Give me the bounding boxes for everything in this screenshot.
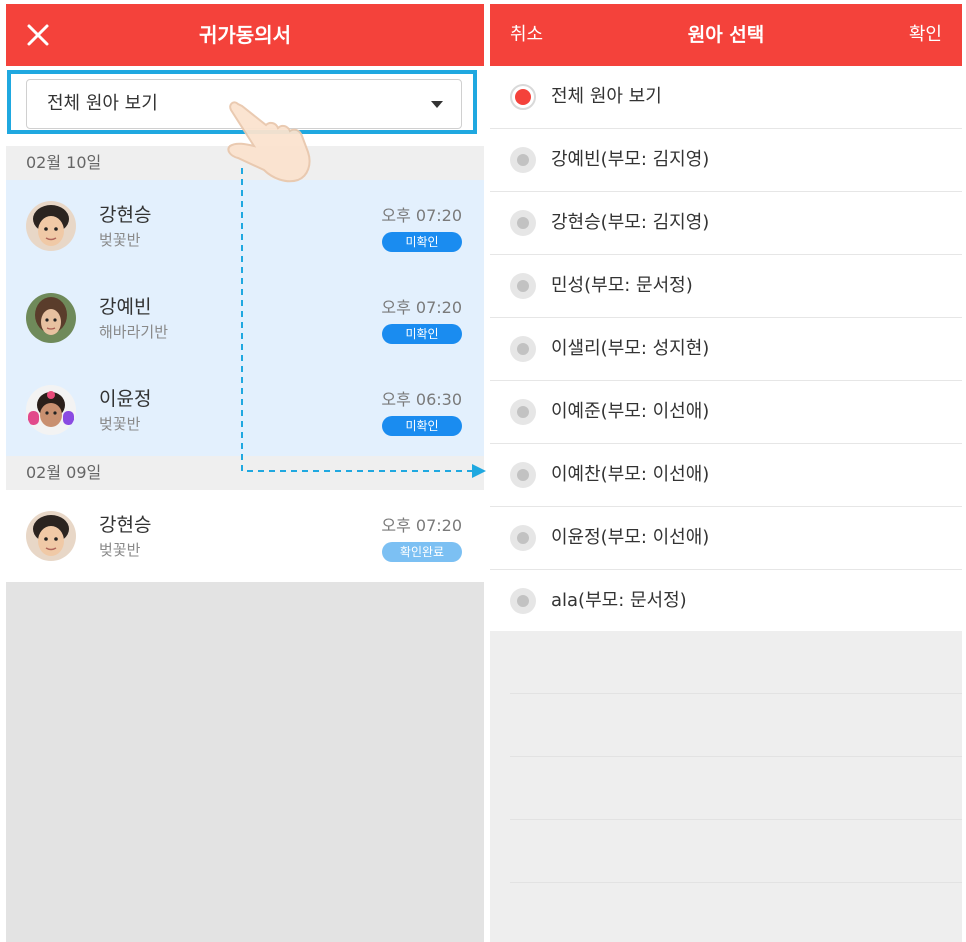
option-child[interactable]: 이윤정(부모: 이선애) [490,507,962,570]
option-label: 이윤정(부모: 이선애) [551,527,710,548]
status-badge: 미확인 [382,232,462,252]
child-select-screen: 원아 선택 취소 확인 전체 원아 보기 강예빈(부모: 김지영) 강현승(부모… [490,4,962,942]
record-time: 오후 07:20 [381,298,462,317]
radio-button[interactable] [510,84,536,110]
record-time: 오후 06:30 [381,390,462,409]
date-header: 02월 10일 [6,146,484,180]
confirm-button[interactable]: 확인 [909,4,942,66]
divider [510,693,962,694]
avatar [26,511,76,561]
option-label: 이샐리(부모: 성지현) [551,338,710,359]
caret-down-icon [431,101,443,108]
dropdown-selected-value: 전체 원아 보기 [47,93,158,114]
picker-title: 원아 선택 [687,24,765,46]
option-child[interactable]: 이샐리(부모: 성지현) [490,318,962,381]
status-badge: 미확인 [382,324,462,344]
child-name: 이윤정 [99,388,152,410]
class-name: 벚꽃반 [99,541,141,559]
radio-button[interactable] [510,147,536,173]
child-name: 강현승 [99,514,152,536]
option-label: 이예찬(부모: 이선애) [551,464,710,485]
empty-list-area [490,631,962,942]
close-icon [27,24,49,46]
avatar [26,201,76,251]
date-header: 02월 09일 [6,456,484,490]
option-label: 민성(부모: 문서정) [551,275,693,296]
option-label: 이예준(부모: 이선애) [551,401,710,422]
class-name: 해바라기반 [99,323,169,341]
consent-record-row[interactable]: 이윤정 벚꽃반 오후 06:30 미확인 [6,364,484,456]
consent-record-row[interactable]: 강현승 벚꽃반 오후 07:20 미확인 [6,180,484,272]
child-name: 강현승 [99,204,152,226]
status-badge: 확인완료 [382,542,462,562]
class-name: 벚꽃반 [99,415,141,433]
radio-button[interactable] [510,273,536,299]
consent-record-row[interactable]: 강예빈 해바라기반 오후 07:20 미확인 [6,272,484,364]
option-all-children[interactable]: 전체 원아 보기 [490,66,962,129]
option-label: ala(부모: 문서정) [551,590,687,611]
divider [510,756,962,757]
consent-record-row[interactable]: 강현승 벚꽃반 오후 07:20 확인완료 [6,490,484,582]
child-filter-dropdown[interactable]: 전체 원아 보기 [26,79,462,129]
record-time: 오후 07:20 [381,206,462,225]
radio-button[interactable] [510,399,536,425]
avatar [26,293,76,343]
close-button[interactable] [24,21,52,49]
radio-button[interactable] [510,588,536,614]
option-label: 강현승(부모: 김지영) [551,212,710,233]
option-label: 강예빈(부모: 김지영) [551,149,710,170]
record-time: 오후 07:20 [381,516,462,535]
radio-button[interactable] [510,336,536,362]
option-child[interactable]: ala(부모: 문서정) [490,570,962,633]
page-title: 귀가동의서 [199,23,291,47]
status-badge: 미확인 [382,416,462,436]
avatar [26,385,76,435]
radio-button[interactable] [510,462,536,488]
filter-bar: 전체 원아 보기 [6,66,484,146]
radio-button[interactable] [510,210,536,236]
option-child[interactable]: 강예빈(부모: 김지영) [490,129,962,192]
child-name: 강예빈 [99,296,152,318]
app-header: 귀가동의서 [6,4,484,66]
option-child[interactable]: 민성(부모: 문서정) [490,255,962,318]
option-child[interactable]: 이예준(부모: 이선애) [490,381,962,444]
consent-list-screen: 귀가동의서 전체 원아 보기 02월 10일 강현승 벚꽃반 오후 07:20 … [6,4,484,942]
divider [510,882,962,883]
class-name: 벚꽃반 [99,231,141,249]
option-child[interactable]: 이예찬(부모: 이선애) [490,444,962,507]
picker-header: 원아 선택 취소 확인 [490,4,962,66]
cancel-button[interactable]: 취소 [510,4,543,66]
divider [510,819,962,820]
radio-button[interactable] [510,525,536,551]
option-label: 전체 원아 보기 [551,86,662,107]
option-child[interactable]: 강현승(부모: 김지영) [490,192,962,255]
